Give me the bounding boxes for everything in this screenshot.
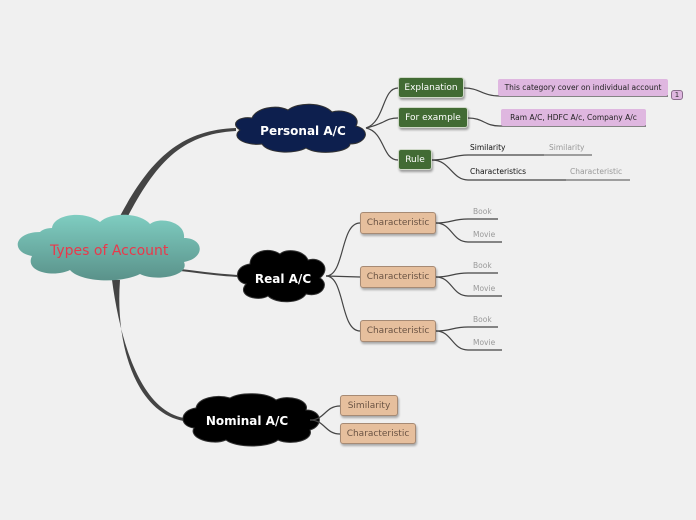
real-leaf-movie[interactable]: Movie: [473, 284, 495, 293]
nominal-topic-characteristic[interactable]: Characteristic: [340, 423, 416, 444]
rule-item-characteristics[interactable]: Characteristics: [470, 167, 526, 176]
nominal-label[interactable]: Nominal A/C: [194, 414, 300, 428]
real-leaf-movie[interactable]: Movie: [473, 230, 495, 239]
note-count-badge[interactable]: 1: [671, 90, 683, 100]
connector-root-nominal: [112, 280, 184, 421]
note-explanation-text: This category cover on individual accoun…: [504, 83, 662, 92]
connector-root-real: [179, 269, 241, 277]
nominal-topic-similarity[interactable]: Similarity: [340, 395, 398, 416]
root-label[interactable]: Types of Account: [50, 243, 168, 259]
real-topic-label: Characteristic: [366, 218, 430, 228]
nominal-connectors: [309, 405, 341, 435]
topic-explanation-label: Explanation: [404, 82, 458, 93]
real-topic-characteristic-3[interactable]: Characteristic: [360, 320, 436, 342]
topic-for-example[interactable]: For example: [398, 107, 468, 128]
real-topic-characteristic-1[interactable]: Characteristic: [360, 212, 436, 234]
topic-explanation[interactable]: Explanation: [398, 77, 464, 98]
real-topic-label: Characteristic: [366, 326, 430, 336]
topic-rule-label: Rule: [405, 154, 425, 165]
rule-subitem-similarity[interactable]: Similarity: [549, 143, 584, 152]
topic-rule[interactable]: Rule: [398, 149, 432, 170]
real-leaf-book[interactable]: Book: [473, 207, 492, 216]
note-explanation[interactable]: This category cover on individual accoun…: [498, 79, 668, 96]
topic-for-example-label: For example: [405, 112, 461, 123]
connector-root-personal: [120, 128, 236, 218]
real-topic-label: Characteristic: [366, 272, 430, 282]
nominal-topic-label: Similarity: [347, 400, 391, 411]
real-topic-characteristic-2[interactable]: Characteristic: [360, 266, 436, 288]
real-leaf-book[interactable]: Book: [473, 261, 492, 270]
personal-label[interactable]: Personal A/C: [250, 124, 356, 138]
note-for-example-text: Ram A/C, HDFC A/c, Company A/c: [510, 113, 637, 122]
rule-item-similarity[interactable]: Similarity: [470, 143, 505, 152]
real-leaf-movie[interactable]: Movie: [473, 338, 495, 347]
rule-subitem-characteristic[interactable]: Characteristic: [570, 167, 622, 176]
nominal-topic-label: Characteristic: [346, 428, 410, 439]
note-for-example[interactable]: Ram A/C, HDFC A/c, Company A/c: [501, 109, 646, 126]
real-label[interactable]: Real A/C: [246, 272, 320, 286]
real-leaf-book[interactable]: Book: [473, 315, 492, 324]
